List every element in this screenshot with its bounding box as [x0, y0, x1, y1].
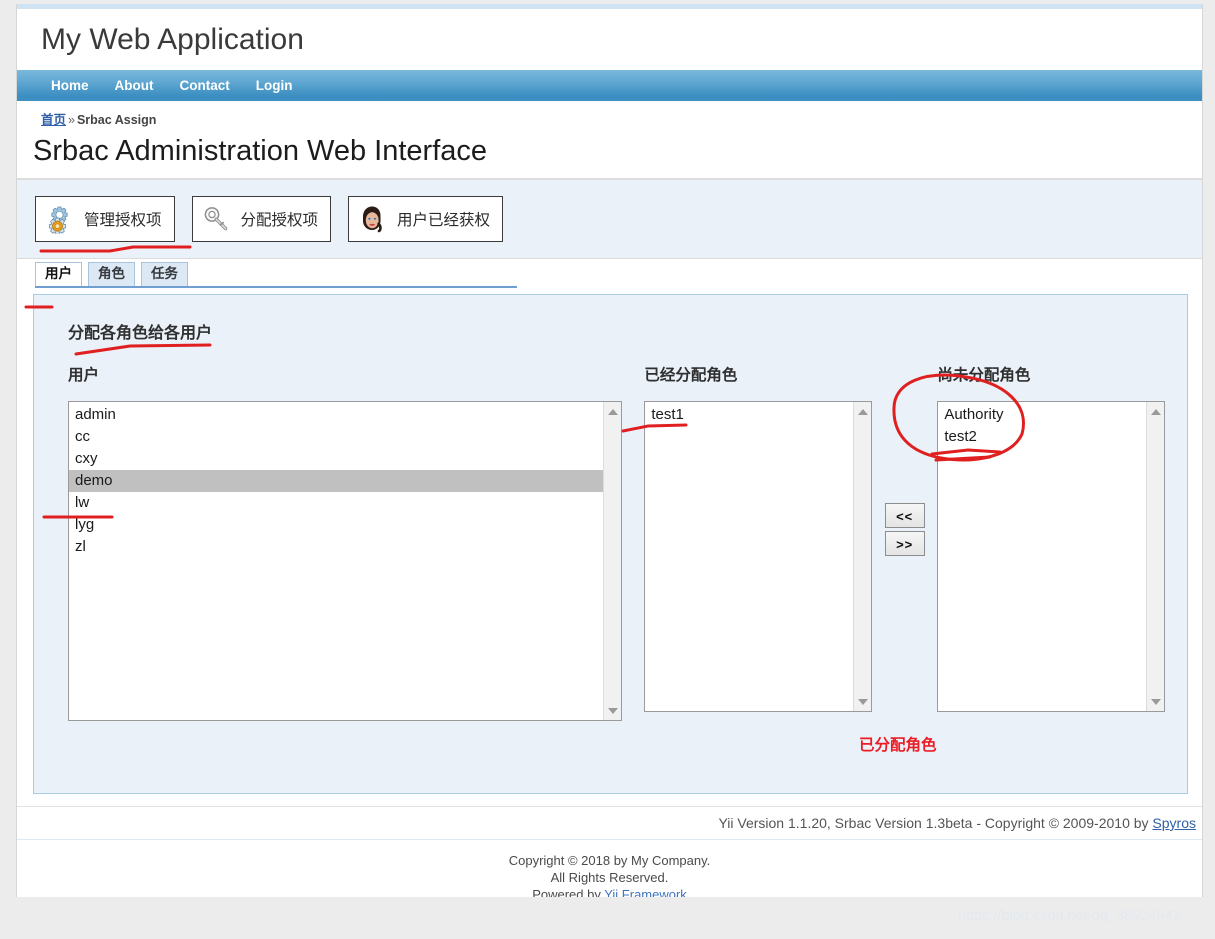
scroll-up-icon[interactable] [854, 403, 871, 420]
breadcrumb-separator: » [68, 113, 75, 127]
assign-roles-panel: 分配各角色给各用户 用户 admin cc cxy demo lw lyg zl… [33, 294, 1188, 794]
screenshot-root: My Web Application Home About Contact Lo… [0, 0, 1215, 939]
assigned-roles-items: test1 [645, 402, 854, 711]
breadcrumb: 首页» Srbac Assign [17, 101, 1202, 130]
authorized-users-button[interactable]: 用户已经获权 [348, 196, 504, 242]
breadcrumb-home-link[interactable]: 首页 [41, 113, 66, 127]
unassigned-roles-items: Authority test2 [938, 402, 1147, 711]
footer-rights: All Rights Reserved. [550, 870, 669, 885]
unassigned-roles-label: 尚未分配角色 [937, 367, 1031, 384]
assignment-columns: 用户 admin cc cxy demo lw lyg zl 已经分配角色 te… [56, 363, 1165, 721]
scroll-down-icon[interactable] [604, 702, 621, 719]
panel-wrapper: 分配各角色给各用户 用户 admin cc cxy demo lw lyg zl… [17, 286, 1202, 806]
users-list-label: 用户 [68, 367, 100, 384]
tab-users[interactable]: 用户 [35, 262, 82, 286]
app-title: My Web Application [41, 23, 304, 56]
scroll-up-icon[interactable] [1147, 403, 1164, 420]
list-item[interactable]: admin [69, 404, 604, 426]
list-item-selected[interactable]: demo [69, 470, 605, 492]
transfer-buttons: << >> [872, 503, 937, 556]
assigned-roles-label: 已经分配角色 [644, 367, 738, 384]
yii-framework-link[interactable]: Yii Framework [604, 887, 687, 897]
panel-title: 分配各角色给各用户 [68, 325, 213, 342]
footer-powered-by: Powered by Yii Framework [17, 886, 1202, 897]
unassigned-roles-listbox[interactable]: Authority test2 [937, 401, 1165, 712]
tab-underline [35, 286, 517, 288]
scroll-down-icon[interactable] [854, 693, 871, 710]
list-item[interactable]: lw [69, 492, 604, 514]
annotation-assigned-roles: 已分配角色 [859, 737, 937, 754]
site-footer: Copyright © 2018 by My Company. All Righ… [17, 839, 1202, 897]
list-item[interactable]: test1 [645, 404, 854, 426]
list-item[interactable]: zl [69, 536, 604, 558]
nav-item-contact[interactable]: Contact [180, 78, 230, 93]
scroll-up-icon[interactable] [604, 403, 621, 420]
srbac-toolbar: 管理授权项 分配授权项 用户已经获权 [17, 179, 1202, 259]
tab-roles[interactable]: 角色 [88, 262, 135, 286]
authorized-users-label: 用户已经获权 [397, 212, 491, 229]
breadcrumb-current: Srbac Assign [76, 113, 157, 127]
page-container: My Web Application Home About Contact Lo… [16, 4, 1203, 897]
srbac-version-footer: Yii Version 1.1.20, Srbac Version 1.3bet… [17, 806, 1202, 839]
users-column: 用户 admin cc cxy demo lw lyg zl [68, 363, 623, 721]
users-listbox-scrollbar[interactable] [603, 402, 622, 720]
assign-auth-items-button[interactable]: 分配授权项 [191, 196, 332, 242]
assigned-roles-scrollbar[interactable] [853, 402, 871, 711]
scroll-down-icon[interactable] [1147, 693, 1164, 710]
list-item[interactable]: lyg [69, 514, 604, 536]
list-item[interactable]: cc [69, 426, 604, 448]
main-navigation: Home About Contact Login [17, 70, 1202, 101]
tab-tasks[interactable]: 任务 [141, 262, 188, 286]
assigned-roles-listbox[interactable]: test1 [644, 401, 872, 712]
transfer-buttons-column: << >> [872, 363, 937, 556]
nav-item-about[interactable]: About [115, 78, 154, 93]
watermark: https://blog.csdn.net/qq_38924942 [958, 908, 1181, 924]
list-item[interactable]: test2 [938, 426, 1147, 448]
unassigned-roles-scrollbar[interactable] [1146, 402, 1164, 711]
move-right-button[interactable]: >> [884, 531, 925, 556]
manage-auth-items-button[interactable]: 管理授权项 [35, 196, 175, 242]
page-title: Srbac Administration Web Interface [33, 135, 488, 167]
assigned-roles-column: 已经分配角色 test1 [644, 363, 872, 712]
gear-icon [44, 204, 74, 235]
users-listbox[interactable]: admin cc cxy demo lw lyg zl [68, 401, 623, 721]
user-avatar-icon [357, 204, 387, 234]
nav-item-login[interactable]: Login [256, 78, 293, 93]
assign-auth-items-label: 分配授权项 [240, 212, 319, 229]
srbac-version-text: Yii Version 1.1.20, Srbac Version 1.3bet… [718, 815, 1153, 831]
users-listbox-items: admin cc cxy demo lw lyg zl [69, 402, 605, 720]
key-icon [201, 204, 231, 234]
site-header: My Web Application [17, 10, 1202, 70]
manage-auth-items-label: 管理授权项 [84, 212, 162, 229]
move-left-button[interactable]: << [884, 503, 925, 528]
assignment-tabs: 用户 角色 任务 [17, 259, 1202, 288]
list-item[interactable]: cxy [69, 448, 604, 470]
list-item[interactable]: Authority [938, 404, 1147, 426]
footer-powered-prefix: Powered by [532, 887, 605, 897]
nav-item-home[interactable]: Home [51, 78, 89, 93]
spyros-link[interactable]: Spyros [1152, 815, 1196, 831]
footer-copyright: Copyright © 2018 by My Company. [508, 853, 711, 868]
unassigned-roles-column: 尚未分配角色 Authority test2 [937, 363, 1165, 712]
